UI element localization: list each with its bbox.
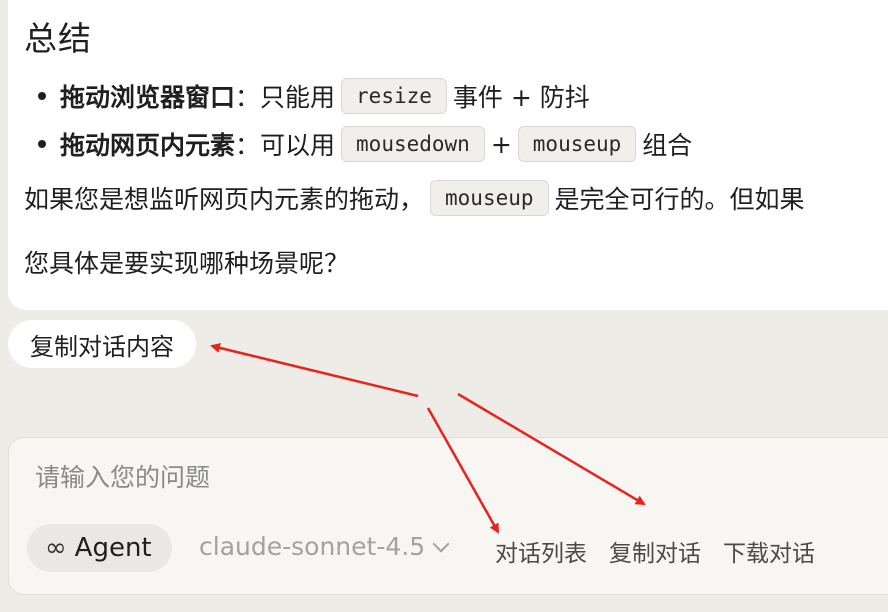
bullet-text: ：可以用 xyxy=(235,131,336,160)
bullet-dot xyxy=(38,140,46,148)
bullet-text: ：只能用 xyxy=(235,83,336,112)
agent-mode-button[interactable]: ∞ Agent xyxy=(27,524,172,572)
bullet-bold-text: 拖动网页内元素 xyxy=(60,131,236,160)
copy-conversation-button[interactable]: 复制对话 xyxy=(609,534,701,568)
conversation-list-button[interactable]: 对话列表 xyxy=(495,534,587,568)
message-paragraph: 您具体是要实现哪种场景呢？ xyxy=(24,249,350,278)
inline-code: mouseup xyxy=(430,180,549,216)
copy-conversation-content-button[interactable]: 复制对话内容 xyxy=(8,320,196,368)
model-name: claude-sonnet-4.5 xyxy=(199,532,426,561)
summary-list: 拖动浏览器窗口 ：只能用 resize 事件 + 防抖 拖动网页内元素 ：可以用… xyxy=(36,72,692,168)
download-conversation-button[interactable]: 下载对话 xyxy=(723,534,815,568)
paragraph-text: 是完全可行的。但如果 xyxy=(554,185,805,214)
bullet-dot xyxy=(38,92,46,100)
bullet-text: 组合 xyxy=(642,131,693,160)
paragraph-text: 如果您是想监听网页内元素的拖动， xyxy=(24,185,425,214)
bullet-text: + xyxy=(490,129,512,159)
summary-heading: 总结 xyxy=(24,19,92,58)
question-input[interactable]: 请输入您的问题 xyxy=(35,458,210,494)
list-item: 拖动浏览器窗口 ：只能用 resize 事件 + 防抖 xyxy=(36,72,692,120)
composer: 请输入您的问题 ∞ Agent claude-sonnet-4.5 对话列表 复… xyxy=(8,437,888,595)
chevron-down-icon xyxy=(432,535,450,552)
agent-label: Agent xyxy=(74,533,152,563)
inline-code: mouseup xyxy=(517,126,637,162)
bullet-bold-text: 拖动浏览器窗口 xyxy=(60,83,236,112)
bullet-text: 事件 + 防抖 xyxy=(452,83,590,112)
annotation-arrow xyxy=(210,343,419,398)
infinity-icon: ∞ xyxy=(45,533,67,563)
inline-code: mousedown xyxy=(341,126,485,162)
model-select[interactable]: claude-sonnet-4.5 xyxy=(199,532,450,561)
inline-code: resize xyxy=(341,78,447,114)
list-item: 拖动网页内元素 ：可以用 mousedown + mouseup 组合 xyxy=(36,120,692,168)
message-paragraph: 如果您是想监听网页内元素的拖动， mouseup 是完全可行的。但如果 xyxy=(24,180,805,216)
